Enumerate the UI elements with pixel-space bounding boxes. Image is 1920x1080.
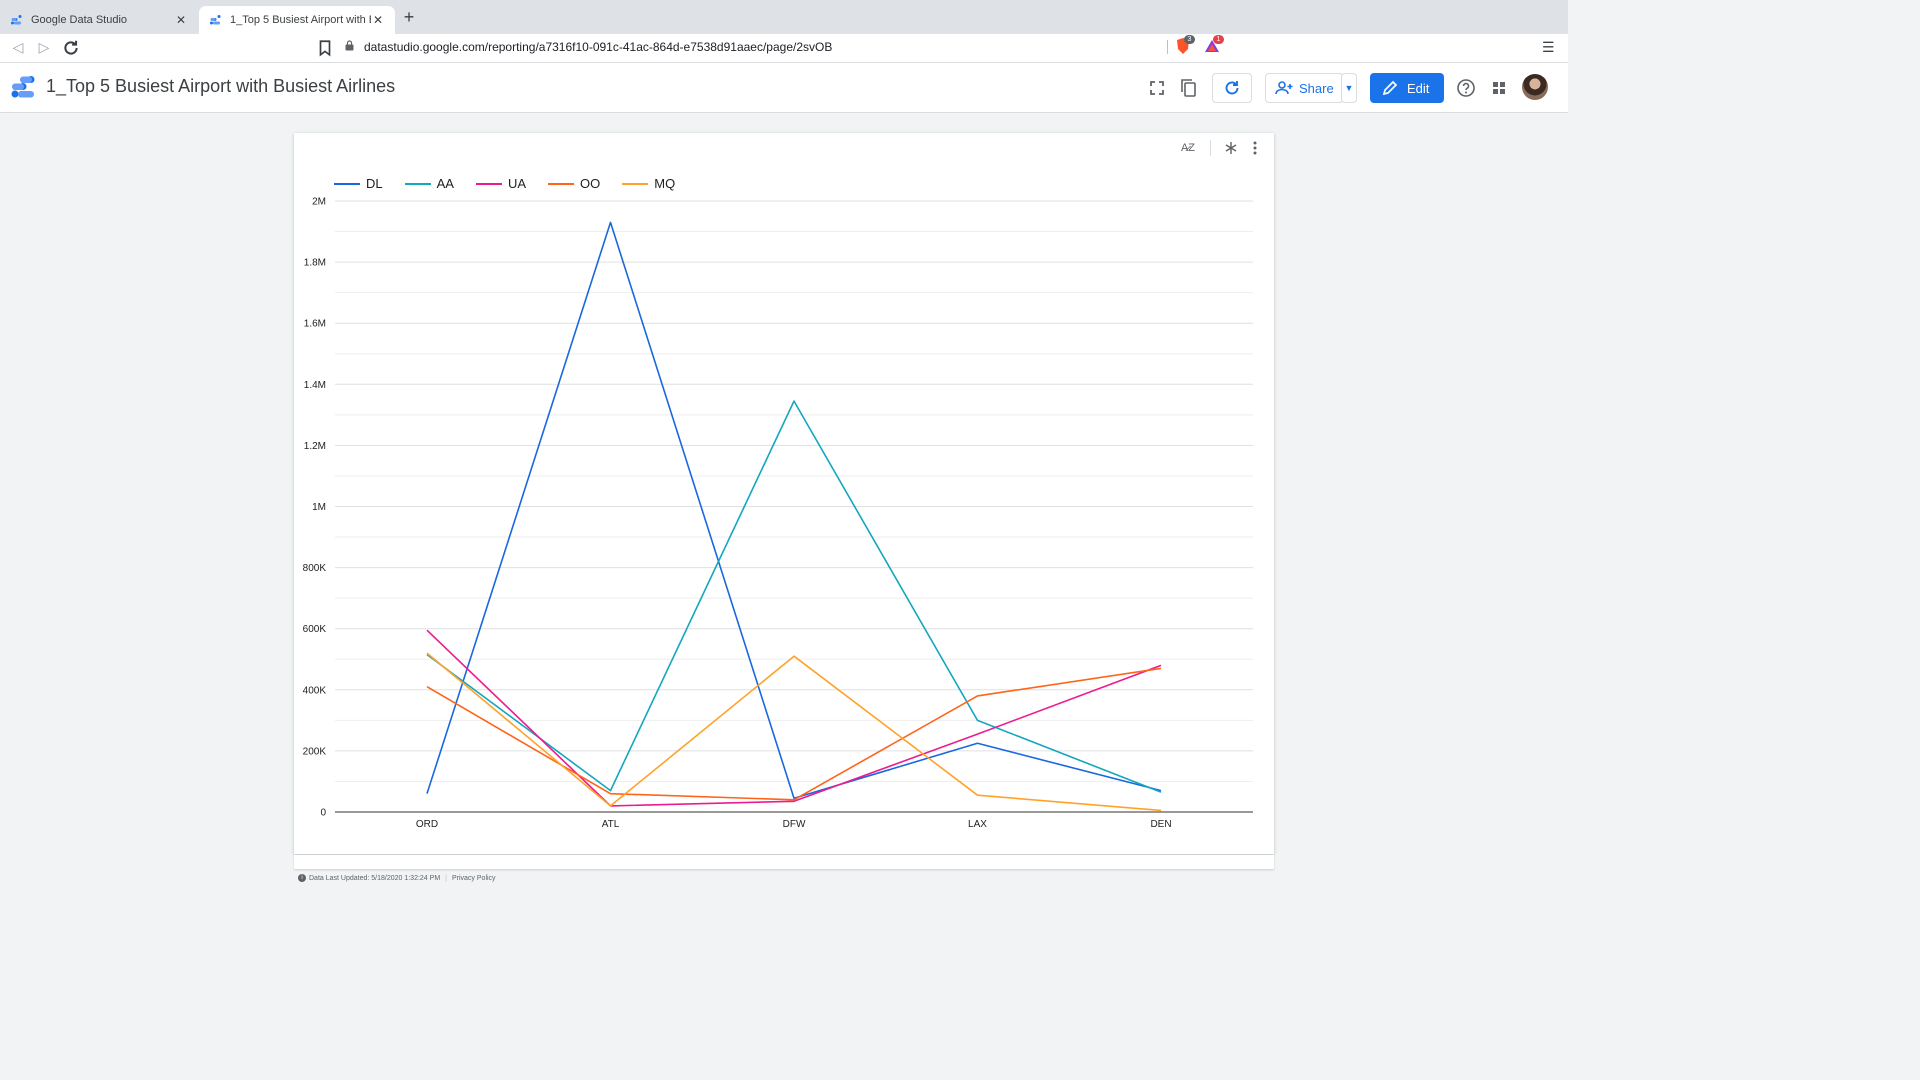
series-line-mq	[426, 652, 1162, 812]
y-tick-label: 1.4M	[304, 380, 326, 391]
y-tick-label: 0	[320, 808, 326, 819]
x-tick-label: DFW	[783, 819, 806, 830]
y-tick-label: 2M	[312, 197, 326, 208]
divider: |	[445, 874, 447, 882]
line-chart: 0 200K 400K 600K 800K 1M 1.2M 1.4M 1.6M 1.8M 2M ORD…	[303, 197, 1253, 830]
privacy-policy-link[interactable]: Privacy Policy	[452, 875, 496, 882]
report-footer: i Data Last Updated: 5/18/2020 1:32:24 P…	[298, 874, 496, 882]
info-icon: i	[298, 874, 306, 882]
y-tick-label: 400K	[303, 685, 327, 696]
data-last-updated: Data Last Updated: 5/18/2020 1:32:24 PM	[309, 874, 441, 882]
y-tick-label: 600K	[303, 624, 327, 635]
series-line-dl	[426, 221, 1162, 800]
y-tick-label: 1M	[312, 502, 326, 513]
series-line-aa	[426, 400, 1162, 793]
y-tick-label: 1.8M	[304, 258, 326, 269]
y-tick-label: 1.2M	[304, 441, 326, 452]
x-tick-label: ATL	[602, 819, 620, 830]
x-tick-label: ORD	[416, 819, 438, 830]
x-tick-label: LAX	[968, 819, 987, 830]
y-tick-label: 800K	[303, 563, 327, 574]
y-tick-label: 1.6M	[304, 319, 326, 330]
x-tick-label: DEN	[1150, 819, 1171, 830]
y-tick-label: 200K	[303, 746, 327, 757]
series-line-oo	[426, 667, 1162, 801]
